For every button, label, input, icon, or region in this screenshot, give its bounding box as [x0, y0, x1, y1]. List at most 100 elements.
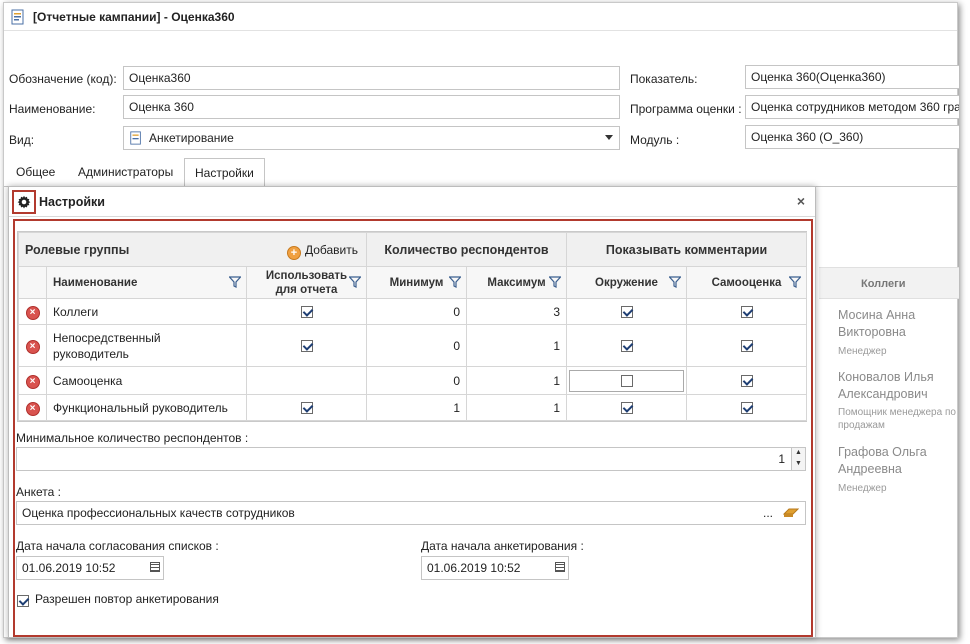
ellipsis-button[interactable]: ... [763, 506, 773, 520]
repeat-survey-checkbox[interactable] [17, 594, 29, 607]
column-min[interactable]: Минимум [366, 266, 467, 299]
use-for-report-checkbox[interactable] [300, 340, 313, 353]
name-field[interactable]: Оценка 360 [123, 95, 620, 119]
date-survey-label: Дата начала анкетирования : [421, 539, 584, 553]
dialog-header: Настройки × [9, 187, 815, 217]
person-role: Менеджер [838, 346, 887, 357]
person-role: Менеджер [838, 483, 887, 494]
column-use-for-report[interactable]: Использовать для отчета [246, 266, 367, 299]
program-label: Программа оценки : [630, 102, 742, 116]
kind-select[interactable]: Анкетирование [123, 126, 620, 150]
filter-icon[interactable] [449, 276, 461, 288]
role-name: Функциональный руководитель [46, 394, 247, 421]
self-assessment-checkbox[interactable] [740, 306, 753, 319]
person-name: Коновалов Илья Александрович [838, 370, 934, 401]
min-respondents-input[interactable]: 1 ▲ ▼ [16, 447, 806, 471]
indicator-field[interactable]: Оценка 360(Оценка360) [745, 65, 959, 89]
add-button[interactable]: + Добавить [286, 243, 358, 260]
document-icon [11, 9, 24, 25]
eraser-icon[interactable] [783, 508, 799, 518]
chevron-down-icon[interactable] [605, 135, 613, 141]
column-header-row: Наименование Использовать для отчета Мини… [18, 266, 808, 299]
self-assessment-checkbox[interactable] [740, 340, 753, 353]
filter-icon[interactable] [349, 276, 361, 288]
table-row[interactable]: × Самооценка 0 1 [18, 366, 808, 395]
spin-buttons[interactable]: ▲ ▼ [791, 448, 805, 470]
filter-icon[interactable] [549, 276, 561, 288]
date-lists-label: Дата начала согласования списков : [16, 539, 219, 553]
program-field[interactable]: Оценка сотрудников методом 360 гра [745, 95, 959, 119]
filter-icon[interactable] [229, 276, 241, 288]
min-respondents-label: Минимальное количество респондентов : [16, 431, 249, 445]
role-name: Самооценка [46, 366, 247, 395]
column-max[interactable]: Максимум [466, 266, 567, 299]
max-cell[interactable]: 1 [466, 394, 567, 421]
title-bar: [Отчетные кампании] - Оценка360 [4, 3, 957, 31]
group-count-title: Количество респондентов [366, 232, 567, 267]
tab-general[interactable]: Общее [6, 158, 65, 187]
environment-checkbox[interactable] [620, 402, 633, 415]
group-comments-title: Показывать комментарии [565, 232, 808, 267]
min-cell[interactable]: 1 [366, 394, 467, 421]
use-for-report-checkbox[interactable] [300, 402, 313, 415]
table-row[interactable]: × Функциональный руководитель 1 1 [18, 394, 808, 421]
tab-settings[interactable]: Настройки [184, 158, 265, 187]
person-name: Мосина Анна Викторовна [838, 308, 916, 339]
column-self-assessment[interactable]: Самооценка [685, 266, 808, 299]
person-role: Помощник менеджера по продажам [838, 407, 956, 431]
spin-up-icon: ▲ [795, 449, 802, 456]
settings-dialog: Настройки × Ролевые группы + Добавить Кол… [8, 186, 816, 638]
row-selector-header [18, 266, 47, 299]
min-cell[interactable]: 0 [366, 298, 467, 325]
name-label: Наименование: [9, 102, 96, 116]
table-row[interactable]: × Непосредственный руководитель 0 1 [18, 324, 808, 367]
column-name[interactable]: Наименование [46, 266, 247, 299]
calendar-icon[interactable] [555, 562, 565, 572]
close-icon[interactable]: × [797, 193, 805, 209]
role-name: Коллеги [46, 298, 247, 325]
column-environment[interactable]: Окружение [566, 266, 687, 299]
max-cell[interactable]: 1 [466, 366, 567, 395]
environment-checkbox[interactable] [620, 306, 633, 319]
survey-input[interactable]: Оценка профессиональных качеств сотрудни… [16, 501, 806, 525]
window-title: [Отчетные кампании] - Оценка360 [33, 10, 235, 24]
kind-label: Вид: [9, 133, 35, 147]
repeat-survey-label: Разрешен повтор анкетирования [35, 592, 219, 606]
self-assessment-checkbox[interactable] [740, 375, 753, 388]
calendar-icon[interactable] [150, 562, 160, 572]
date-lists-input[interactable]: 01.06.2019 10:52 [16, 556, 164, 580]
min-cell[interactable]: 0 [366, 324, 467, 367]
module-field[interactable]: Оценка 360 (О_360) [745, 125, 959, 149]
use-for-report-empty[interactable] [246, 366, 367, 395]
gear-highlight [12, 190, 36, 214]
background-column-title: Коллеги [861, 278, 906, 290]
role-name: Непосредственный руководитель [46, 324, 247, 367]
dialog-title: Настройки [39, 195, 105, 209]
survey-icon [130, 131, 141, 145]
role-groups-grid: Ролевые группы + Добавить Количество респ… [17, 231, 808, 422]
table-row[interactable]: × Коллеги 0 3 [18, 298, 808, 325]
filter-icon[interactable] [789, 276, 802, 288]
code-label: Обозначение (код): [9, 72, 117, 86]
code-field[interactable]: Оценка360 [123, 66, 620, 90]
date-survey-input[interactable]: 01.06.2019 10:52 [421, 556, 569, 580]
self-assessment-checkbox[interactable] [740, 402, 753, 415]
environment-checkbox[interactable] [620, 375, 633, 388]
tab-administrators[interactable]: Администраторы [68, 158, 183, 187]
add-icon: + [286, 246, 301, 260]
delete-icon[interactable]: × [25, 339, 40, 354]
max-cell[interactable]: 3 [466, 298, 567, 325]
max-cell[interactable]: 1 [466, 324, 567, 367]
gear-icon [17, 195, 31, 209]
filter-icon[interactable] [669, 276, 681, 288]
module-label: Модуль : [630, 133, 680, 147]
spin-down-icon: ▼ [795, 460, 802, 467]
use-for-report-checkbox[interactable] [300, 306, 313, 319]
environment-checkbox[interactable] [620, 340, 633, 353]
indicator-label: Показатель: [630, 72, 698, 86]
delete-icon[interactable]: × [25, 374, 40, 389]
group-header-row: Ролевые группы + Добавить Количество респ… [18, 232, 808, 267]
delete-icon[interactable]: × [25, 305, 40, 320]
delete-icon[interactable]: × [25, 401, 40, 416]
min-cell[interactable]: 0 [366, 366, 467, 395]
